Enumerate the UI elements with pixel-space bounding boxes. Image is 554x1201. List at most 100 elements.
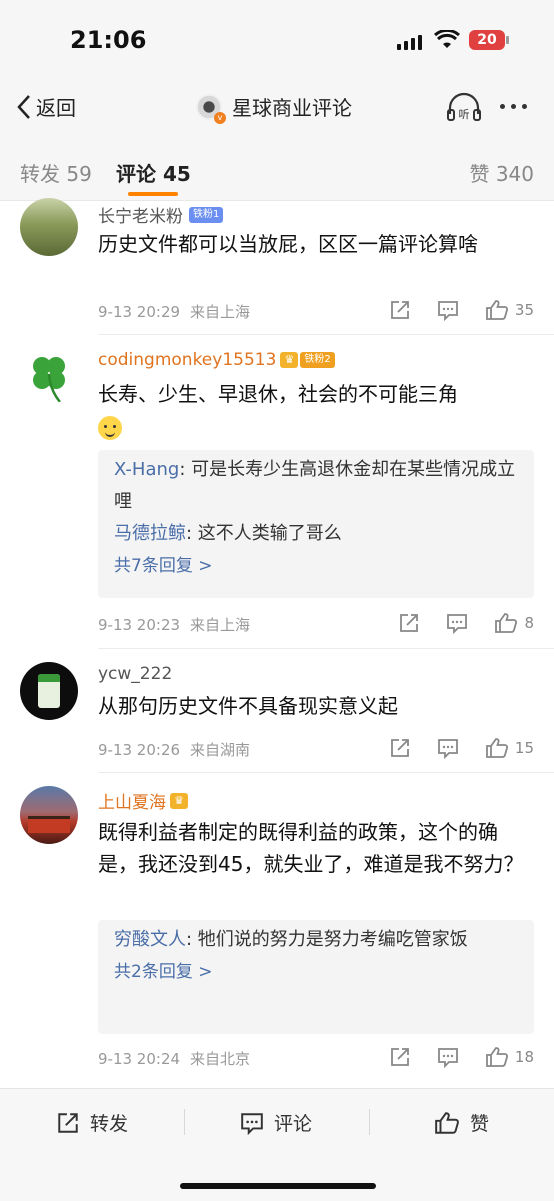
reply-preview: 穷酸文人: 牠们说的努力是努力考编吃管家饭	[114, 924, 518, 956]
like-button[interactable]: 18	[485, 1046, 534, 1068]
share-button[interactable]	[389, 299, 411, 321]
battery-level: 20	[477, 32, 497, 48]
reply-preview: X-Hang: 可是长寿少生高退休金却在某些情况成立哩	[114, 454, 518, 518]
tab-bar: 转发 59 评论 45 赞 340	[0, 138, 554, 201]
more-replies-link[interactable]: 共7条回复 >	[114, 550, 518, 582]
back-label: 返回	[36, 96, 76, 120]
thumbs-up-icon	[486, 738, 508, 758]
status-time: 21:06	[70, 26, 147, 54]
more-replies-link[interactable]: 共2条回复 >	[114, 956, 518, 988]
commenter-name[interactable]: ycw_222	[98, 664, 172, 684]
comment-meta: 9-13 20:26 来自湖南	[98, 739, 250, 760]
avatar[interactable]	[20, 662, 78, 720]
reply-author[interactable]: X-Hang	[114, 459, 179, 480]
share-icon	[391, 739, 409, 757]
avatar[interactable]	[20, 786, 78, 844]
thumbs-up-icon	[495, 613, 518, 633]
comment-text: 从那句历史文件不具备现实意义起	[98, 694, 398, 718]
comment-time: 9-13 20:23	[98, 616, 181, 634]
commenter-name[interactable]: codingmonkey15513 ♛ 铁粉2	[98, 350, 335, 370]
comment-button[interactable]: 评论	[240, 1109, 312, 1136]
like-count: 35	[514, 301, 534, 319]
divider	[98, 772, 554, 773]
comment-label: 评论	[274, 1113, 313, 1135]
share-icon	[400, 614, 419, 632]
share-icon	[58, 1112, 78, 1133]
thumbs-up-icon	[435, 1111, 459, 1134]
reply-button[interactable]	[437, 737, 459, 759]
like-button[interactable]: 15	[485, 737, 534, 759]
comment-meta: 9-13 20:23 来自上海	[98, 614, 250, 635]
comment-text-body: 长寿、少生、早退休，社会的不可能三角	[98, 382, 458, 406]
comment-text: 既得利益者制定的既得利益的政策，这个的确是，我还没到45，就失业了，难道是我不努…	[98, 820, 524, 876]
share-button[interactable]	[389, 1046, 411, 1068]
back-button[interactable]: 返回	[16, 92, 76, 121]
like-button[interactable]: 35	[485, 299, 534, 321]
comment-time: 9-13 20:24	[98, 1050, 181, 1068]
fan-badge: 铁粉1	[189, 206, 224, 223]
like-post-button[interactable]: 赞	[434, 1109, 489, 1136]
listen-icon[interactable]: 听	[446, 92, 482, 122]
comment-meta: 9-13 20:24 来自北京	[98, 1048, 250, 1069]
home-indicator[interactable]	[180, 1183, 376, 1189]
comment-icon	[241, 1112, 263, 1135]
comment-time: 9-13 20:29	[98, 303, 181, 321]
commenter-name-text: 长宁老米粉	[98, 207, 183, 227]
comment-text: 历史文件都可以当放屁，区区一篇评论算啥	[98, 232, 478, 256]
reply-preview-box[interactable]: X-Hang: 可是长寿少生高退休金却在某些情况成立哩 马德拉鲸: 这不人类输了…	[98, 450, 534, 598]
reply-author[interactable]: 穷酸文人	[114, 929, 186, 950]
comment-icon	[438, 301, 458, 321]
comment-text: 长寿、少生、早退休，社会的不可能三角	[98, 378, 528, 442]
active-tab-indicator	[128, 192, 178, 196]
commenter-name-text: 上山夏海	[98, 793, 166, 813]
thumbs-up-icon	[486, 300, 508, 320]
divider	[98, 334, 554, 335]
page-title-text: 星球商业评论	[232, 96, 352, 120]
nav-bar: 返回 v 星球商业评论 听	[0, 78, 554, 138]
tab-repost[interactable]: 转发 59	[20, 158, 92, 187]
comment-icon	[447, 614, 468, 634]
avatar[interactable]	[20, 198, 78, 256]
listen-label: 听	[459, 108, 470, 121]
thumbs-up-icon	[486, 1047, 508, 1067]
like-count: 18	[514, 1048, 534, 1066]
comment-location: 来自北京	[190, 1050, 251, 1068]
reply-preview: 马德拉鲸: 这不人类输了哥么	[114, 518, 518, 550]
reply-button[interactable]	[437, 299, 459, 321]
comment-location: 来自湖南	[190, 741, 251, 759]
battery-icon: 20	[469, 30, 509, 50]
share-icon	[391, 301, 409, 319]
share-button[interactable]	[389, 737, 411, 759]
commenter-name[interactable]: 长宁老米粉 铁粉1	[98, 202, 224, 227]
shrug-emoji-icon	[98, 415, 122, 440]
share-button[interactable]	[398, 612, 420, 634]
status-bar: 21:06 20	[0, 0, 554, 78]
like-count: 15	[514, 739, 534, 757]
chevron-left-icon	[17, 94, 30, 119]
like-button[interactable]: 8	[494, 612, 534, 634]
comment-time: 9-13 20:26	[98, 741, 181, 759]
divider	[184, 1109, 185, 1135]
tab-like[interactable]: 赞 340	[469, 158, 534, 187]
comment-meta: 9-13 20:29 来自上海	[98, 301, 250, 322]
comment-icon	[438, 1048, 458, 1068]
reply-button[interactable]	[437, 1046, 459, 1068]
divider	[98, 648, 554, 649]
crown-icon: ♛	[170, 792, 188, 809]
wifi-icon	[434, 30, 460, 48]
reply-preview-box[interactable]: 穷酸文人: 牠们说的努力是努力考编吃管家饭 共2条回复 >	[98, 920, 534, 1034]
page-title[interactable]: v 星球商业评论	[196, 92, 352, 124]
like-count: 8	[524, 614, 534, 632]
avatar[interactable]	[20, 346, 78, 404]
tab-comment[interactable]: 评论 45	[116, 158, 191, 187]
commenter-name[interactable]: 上山夏海 ♛	[98, 788, 188, 813]
more-options-icon[interactable]	[500, 104, 527, 109]
comment-actions: 35	[363, 299, 534, 321]
crown-icon: ♛	[280, 352, 299, 368]
like-label: 赞	[470, 1113, 490, 1135]
reply-button[interactable]	[446, 612, 468, 634]
repost-button[interactable]: 转发	[56, 1109, 128, 1136]
comment-icon	[438, 739, 458, 759]
reply-author[interactable]: 马德拉鲸	[114, 523, 186, 544]
comment-location: 来自上海	[190, 303, 251, 321]
